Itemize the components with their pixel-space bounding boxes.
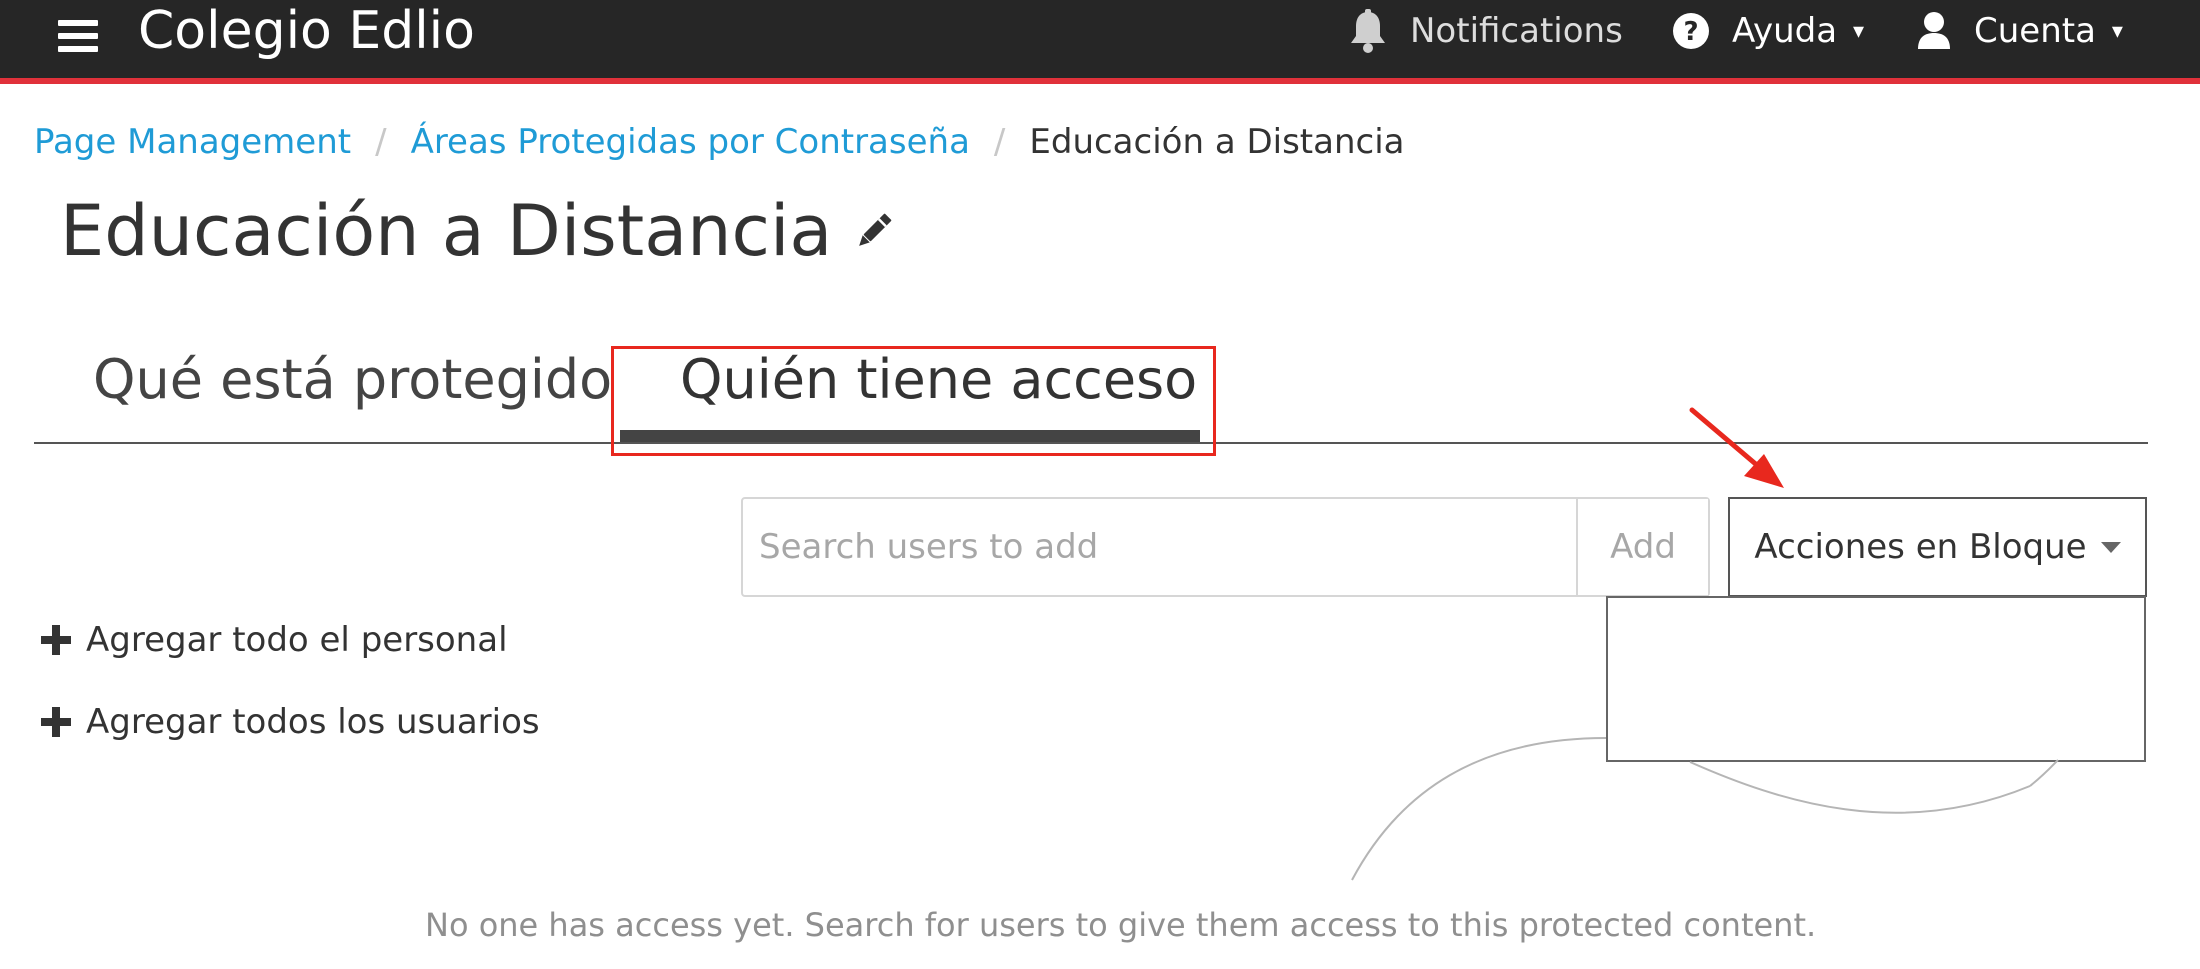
notifications-link[interactable]: Notifications: [1348, 0, 1623, 62]
account-menu[interactable]: Cuenta ▾: [1916, 0, 2123, 62]
annotation-arrow: [1689, 407, 1784, 488]
add-button[interactable]: Add: [1576, 499, 1708, 595]
svg-text:?: ?: [1683, 17, 1698, 47]
tabs-divider: [34, 442, 2148, 444]
user-icon: [1916, 11, 1952, 51]
breadcrumb-separator: /: [375, 122, 387, 162]
plus-icon: [40, 706, 72, 738]
breadcrumb-separator: /: [993, 122, 1006, 162]
app-title[interactable]: Colegio Edlio: [138, 0, 475, 62]
tab-what-is-protected[interactable]: Qué está protegido: [93, 340, 612, 420]
account-label: Cuenta: [1974, 11, 2096, 51]
app: Colegio Edlio Notifications ? Ayuda ▾ Cu…: [0, 0, 2200, 969]
tab-who-has-access[interactable]: Quién tiene acceso: [680, 340, 1197, 420]
bell-icon: [1348, 9, 1388, 53]
page-title: Educación a Distancia: [60, 190, 833, 272]
notifications-label: Notifications: [1410, 11, 1623, 51]
breadcrumb-page-management[interactable]: Page Management: [34, 122, 351, 162]
search-users-input[interactable]: [743, 499, 1576, 595]
help-label: Ayuda: [1732, 11, 1838, 51]
bulk-actions-dropdown: [1606, 596, 2146, 762]
top-navbar: Colegio Edlio Notifications ? Ayuda ▾ Cu…: [0, 0, 2200, 84]
add-all-users-item[interactable]: Agregar todos los usuarios: [40, 692, 540, 752]
menu-icon[interactable]: [58, 18, 100, 54]
help-menu[interactable]: ? Ayuda ▾: [1672, 0, 1864, 62]
caret-down-icon: [2100, 541, 2121, 553]
breadcrumb-protected-areas[interactable]: Áreas Protegidas por Contraseña: [411, 122, 970, 162]
bulk-actions-label: Acciones en Bloque: [1754, 527, 2087, 567]
add-all-staff-label: Agregar todo el personal: [86, 620, 508, 660]
active-tab-indicator: [620, 430, 1200, 442]
page-title-row: Educación a Distancia: [60, 186, 896, 276]
empty-state-message: No one has access yet. Search for users …: [425, 906, 1817, 944]
account-caret-icon: ▾: [2111, 18, 2123, 44]
plus-icon: [40, 624, 72, 656]
add-all-staff-item[interactable]: Agregar todo el personal: [40, 610, 508, 670]
add-all-users-label: Agregar todos los usuarios: [86, 702, 540, 742]
search-users-group: Add: [741, 497, 1710, 597]
pencil-icon[interactable]: [852, 209, 896, 253]
breadcrumb-current: Educación a Distancia: [1029, 122, 1405, 162]
question-circle-icon: ?: [1672, 12, 1710, 50]
help-caret-icon: ▾: [1853, 18, 1865, 44]
bulk-actions-button[interactable]: Acciones en Bloque: [1728, 497, 2147, 597]
breadcrumb: Page Management / Áreas Protegidas por C…: [34, 118, 1405, 166]
